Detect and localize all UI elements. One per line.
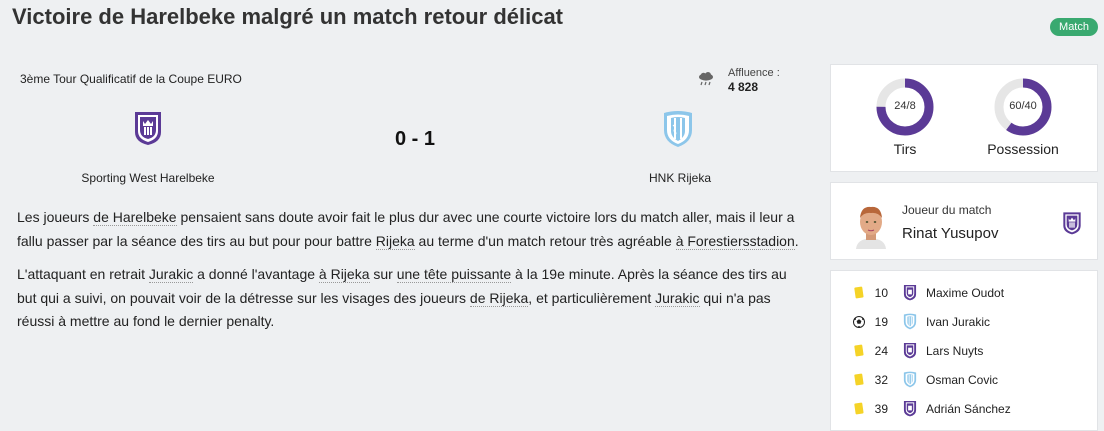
stadium-link[interactable]: à Forestiersstadion: [675, 232, 795, 250]
team-link[interactable]: de Rijeka: [469, 289, 529, 307]
home-team-crest-icon[interactable]: [903, 400, 917, 417]
page-title: Victoire de Harelbeke malgré un match re…: [12, 4, 564, 29]
home-team-name[interactable]: Sporting West Harelbeke: [40, 171, 256, 185]
event-minute: 10: [874, 286, 888, 300]
event-player-name[interactable]: Maxime Oudot: [926, 286, 1004, 300]
ball-icon: [853, 315, 865, 329]
possession-value: 60/40: [1009, 100, 1037, 112]
home-team-crest-icon[interactable]: [903, 284, 917, 301]
event-minute: 19: [874, 315, 888, 329]
event-minute: 32: [874, 373, 888, 387]
away-team-crest-icon[interactable]: [903, 371, 917, 388]
home-team-crest-icon[interactable]: [133, 110, 163, 146]
event-row[interactable]: 24 Lars Nuyts: [831, 340, 1099, 364]
event-row[interactable]: 10 Maxime Oudot: [831, 282, 1099, 306]
shots-label: Tirs: [893, 141, 917, 157]
possession-label: Possession: [987, 141, 1059, 157]
yellow-card-icon: [853, 402, 865, 416]
report-paragraph: Les joueurs de Harelbeke pensaient sans …: [17, 206, 807, 253]
event-row[interactable]: 32 Osman Covic: [831, 369, 1099, 393]
away-team-crest-icon[interactable]: [903, 313, 917, 330]
away-team-crest-icon[interactable]: [662, 110, 694, 148]
report-text: a donné l'avantage: [193, 266, 319, 282]
team-link[interactable]: à Rijeka: [318, 266, 370, 283]
yellow-card-icon: [853, 373, 865, 387]
player-of-the-match-card[interactable]: Joueur du match Rinat Yusupov: [830, 182, 1098, 260]
report-text: sur: [369, 266, 397, 282]
attendance-label: Affluence :: [728, 67, 780, 79]
player-avatar: [856, 206, 886, 249]
yellow-card-icon: [853, 344, 865, 358]
home-team-crest-icon[interactable]: [903, 342, 917, 359]
yellow-card-icon: [853, 286, 865, 300]
match-report-panel: 3ème Tour Qualificatif de la Coupe EURO …: [0, 60, 818, 431]
event-player-name[interactable]: Adrián Sánchez: [926, 402, 1011, 416]
event-row[interactable]: 39 Adrián Sánchez: [831, 398, 1099, 422]
event-minute: 39: [874, 402, 888, 416]
player-link[interactable]: Jurakic: [655, 289, 700, 307]
match-score: 0 - 1: [394, 128, 436, 150]
event-minute: 24: [874, 344, 888, 358]
event-player-name[interactable]: Ivan Jurakic: [926, 315, 990, 329]
report-text: L'attaquant en retrait: [17, 266, 149, 282]
home-team-crest-icon: [1063, 212, 1081, 235]
event-row[interactable]: 19 Ivan Jurakic: [831, 311, 1099, 335]
match-events-card: 10 Maxime Oudot 19 Ivan Jurakic 24 Lars …: [830, 270, 1098, 431]
event-player-name[interactable]: Lars Nuyts: [926, 344, 983, 358]
cloud-rain-icon: [699, 72, 713, 86]
report-text: au terme d'un match retour très agréable: [414, 232, 676, 249]
report-text: , et particulièrement: [528, 289, 656, 306]
match-report-text: Les joueurs de Harelbeke pensaient sans …: [17, 206, 807, 344]
possession-donut-chart: 60/40: [993, 77, 1053, 137]
shots-donut-chart: 24/8: [875, 77, 935, 137]
event-player-name[interactable]: Osman Covic: [926, 373, 998, 387]
team-link[interactable]: de Harelbeke: [93, 209, 177, 226]
report-text: Les joueurs: [17, 209, 94, 225]
report-text: .: [794, 232, 799, 249]
match-stats-card: 24/8 Tirs 60/40 Possession: [830, 64, 1098, 172]
motm-label: Joueur du match: [902, 203, 992, 217]
competition-label: 3ème Tour Qualificatif de la Coupe EURO: [20, 72, 242, 86]
report-paragraph: L'attaquant en retrait Jurakic a donné l…: [17, 263, 807, 334]
goal-link[interactable]: une tête puissante: [396, 266, 512, 283]
motm-player-name[interactable]: Rinat Yusupov: [902, 225, 998, 242]
shots-value: 24/8: [894, 100, 916, 112]
player-link[interactable]: Jurakic: [148, 266, 194, 283]
away-team-name[interactable]: HNK Rijeka: [600, 171, 760, 185]
match-tag-badge[interactable]: Match: [1050, 18, 1098, 36]
attendance-value: 4 828: [728, 80, 759, 94]
team-link[interactable]: Rijeka: [375, 232, 415, 250]
